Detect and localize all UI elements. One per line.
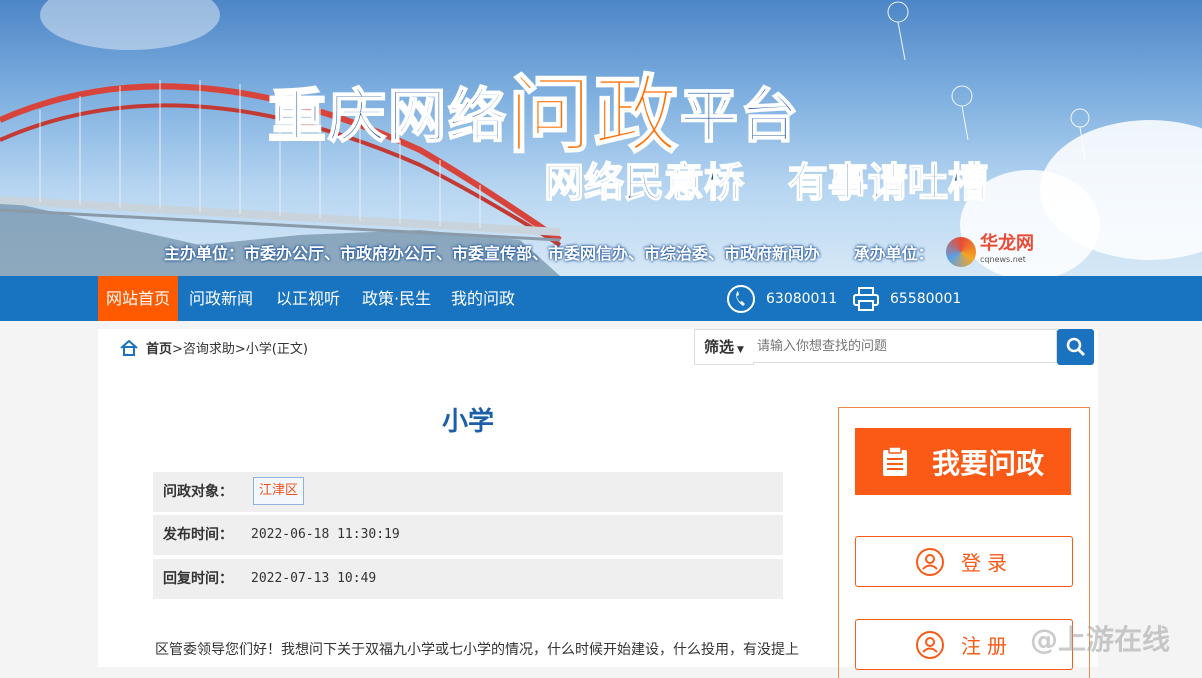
meta-publish-row: 发布时间： 2022-06-18 11:30:19 <box>153 515 783 555</box>
register-label: 注册 <box>961 634 1013 658</box>
title-part: 重庆网络 <box>267 81 509 151</box>
sponsor-text: 主办单位：市委办公厅、市政府办公厅、市委宣传部、市委网信办、市综治委、市政府新闻… <box>164 244 821 263</box>
ask-question-button[interactable]: 我要问政 <box>855 428 1071 495</box>
target-tag[interactable]: 江津区 <box>253 477 305 505</box>
search-input[interactable] <box>753 329 1057 363</box>
document-icon <box>882 446 907 476</box>
reply-time: 2022-07-13 10:49 <box>251 571 377 586</box>
slogan: 网络民意桥 有事请吐槽 <box>543 159 988 207</box>
watermark: @上游在线 <box>1030 623 1171 656</box>
meta-reply-row: 回复时间： 2022-07-13 10:49 <box>153 559 783 599</box>
breadcrumb: 首页 >咨询求助>小学(正文) <box>120 338 308 357</box>
target-label: 问政对象： <box>163 484 233 500</box>
reply-label: 回复时间： <box>163 571 233 587</box>
search-bar: 筛选 ▼ <box>694 329 1098 365</box>
page-title: 小学 <box>441 407 494 437</box>
login-button[interactable]: 登录 <box>855 536 1073 587</box>
user-icon <box>916 547 944 576</box>
header-banner: 重庆网络问政平台 网络民意桥 有事请吐槽 主办单位：市委办公厅、市政府办公厅、市… <box>0 0 1202 276</box>
fax-line: 65580001 <box>852 276 961 321</box>
publish-label: 发布时间： <box>163 527 233 543</box>
phone-number: 63080011 <box>766 290 838 307</box>
hualong-logo-icon <box>946 237 976 267</box>
sponsor-line: 主办单位：市委办公厅、市政府办公厅、市委宣传部、市委网信办、市综治委、市政府新闻… <box>164 240 934 264</box>
publish-time: 2022-06-18 11:30:19 <box>251 527 400 542</box>
main-nav: 网站首页 问政新闻 以正视听 政策·民生 我的问政 63080011 65580… <box>0 276 1202 321</box>
nav-item-policy[interactable]: 政策·民生 <box>362 276 431 321</box>
organizer-label: 承办单位： <box>853 244 934 263</box>
nav-item-clarify[interactable]: 以正视听 <box>276 276 340 321</box>
hotline: 63080011 <box>726 276 837 321</box>
filter-label: 筛选 <box>704 338 735 356</box>
filter-dropdown[interactable]: 筛选 ▼ <box>694 329 754 365</box>
nav-item-news[interactable]: 问政新闻 <box>189 276 253 321</box>
breadcrumb-home[interactable]: 首页 <box>146 338 172 357</box>
fax-number: 65580001 <box>890 290 962 307</box>
meta-target-row: 问政对象： 江津区 <box>153 472 783 512</box>
login-label: 登录 <box>961 551 1013 575</box>
platform-title: 重庆网络问政平台 <box>267 40 801 165</box>
ask-label: 我要问政 <box>931 446 1044 480</box>
user-icon <box>916 630 944 659</box>
hualong-logo: 华龙网 cqnews.net <box>946 233 1034 268</box>
logo-url: cqnews.net <box>980 255 1026 264</box>
logo-name: 华龙网 <box>980 233 1034 254</box>
article-body: 区管委领导您们好！我想问下关于双福九小学或七小学的情况，什么时候开始建设，什么投… <box>155 642 799 658</box>
caret-down-icon: ▼ <box>737 345 744 355</box>
title-part: 平台 <box>679 81 801 151</box>
content-panel: 首页>咨询求助>小学(正文) 筛选▼ 小学 问政对象： 江津区 发布时间： 20… <box>98 329 1098 678</box>
home-icon <box>120 339 138 356</box>
search-button[interactable] <box>1057 329 1094 365</box>
nav-item-home[interactable]: 网站首页 <box>98 276 179 321</box>
fax-icon <box>853 286 879 311</box>
phone-icon <box>727 284 755 313</box>
breadcrumb-path[interactable]: >咨询求助>小学(正文) <box>172 338 308 357</box>
nav-item-mine[interactable]: 我的问政 <box>451 276 515 321</box>
search-icon <box>1066 337 1085 357</box>
